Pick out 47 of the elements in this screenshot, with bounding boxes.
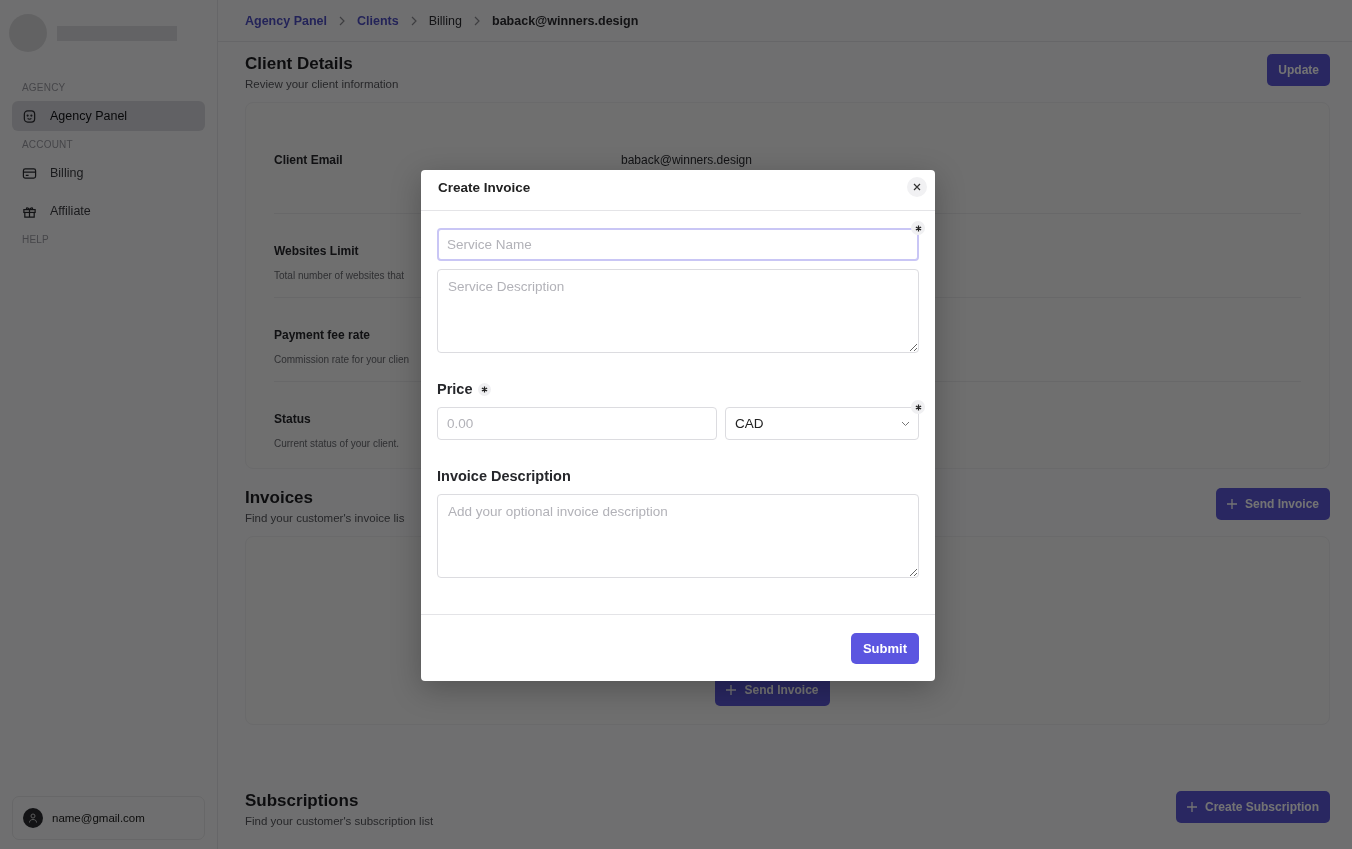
sidebar-item[interactable]: Agency Panel: [12, 101, 205, 131]
section-heading: Invoices: [245, 488, 315, 508]
plus-icon: [1186, 802, 1197, 812]
detail-label: Client Email: [274, 153, 343, 167]
sidebar-item[interactable]: Affiliate: [12, 196, 205, 226]
detail-description: Current status of your client.: [274, 438, 400, 449]
create-subscription-button[interactable]: Create Subscription: [1175, 791, 1330, 823]
smile-icon: [22, 108, 37, 124]
dialog-title: Create Invoice: [438, 179, 531, 195]
breadcrumb-item: Billing: [428, 13, 463, 28]
detail-label: Status: [274, 412, 311, 426]
service-description-field[interactable]: Service Description: [437, 269, 919, 353]
plus-icon: [1226, 499, 1237, 509]
section-heading: Subscriptions: [245, 791, 360, 811]
currency-select[interactable]: CAD: [725, 407, 919, 440]
close-icon: [913, 183, 921, 191]
detail-label: Payment fee rate: [274, 328, 371, 342]
detail-description: Total number of websites that: [274, 270, 405, 281]
detail-value: baback@winners.design: [621, 153, 752, 169]
close-button[interactable]: [907, 177, 927, 197]
send-invoice-button[interactable]: Send Invoice: [1215, 488, 1330, 520]
section-subtitle: Review your client information: [245, 78, 399, 90]
sidebar-item[interactable]: Billing: [12, 158, 205, 188]
section-subtitle: Find your customer's subscription list: [245, 815, 434, 827]
invoice-description-field[interactable]: Add your optional invoice description: [437, 494, 919, 578]
chevron-right-icon: [410, 15, 417, 26]
plus-icon: [726, 685, 737, 695]
chevron-right-icon: [474, 15, 481, 26]
user-card[interactable]: name@gmail.com: [12, 796, 205, 840]
user-email: name@gmail.com: [52, 812, 145, 824]
price-label: Price: [437, 381, 473, 397]
breadcrumb-item[interactable]: Agency Panel: [245, 13, 327, 28]
breadcrumb-item[interactable]: Clients: [357, 13, 399, 28]
chevron-down-icon: [901, 420, 910, 427]
user-icon: [23, 808, 43, 828]
chevron-right-icon: [339, 15, 345, 26]
submit-button[interactable]: Submit: [850, 632, 919, 664]
invoice-description-label: Invoice Description: [437, 468, 571, 484]
service-name-field[interactable]: Service Name: [437, 228, 919, 261]
credit-card-icon: [22, 165, 37, 181]
update-button[interactable]: Update: [1267, 54, 1330, 86]
section-heading: Client Details: [245, 54, 354, 74]
price-field[interactable]: 0.00: [437, 407, 717, 440]
detail-label: Websites Limit: [274, 244, 359, 258]
detail-description: Commission rate for your clien: [274, 354, 410, 365]
breadcrumb-item: baback@winners.design: [492, 13, 639, 28]
section-subtitle: Find your customer's invoice lis: [245, 512, 405, 524]
